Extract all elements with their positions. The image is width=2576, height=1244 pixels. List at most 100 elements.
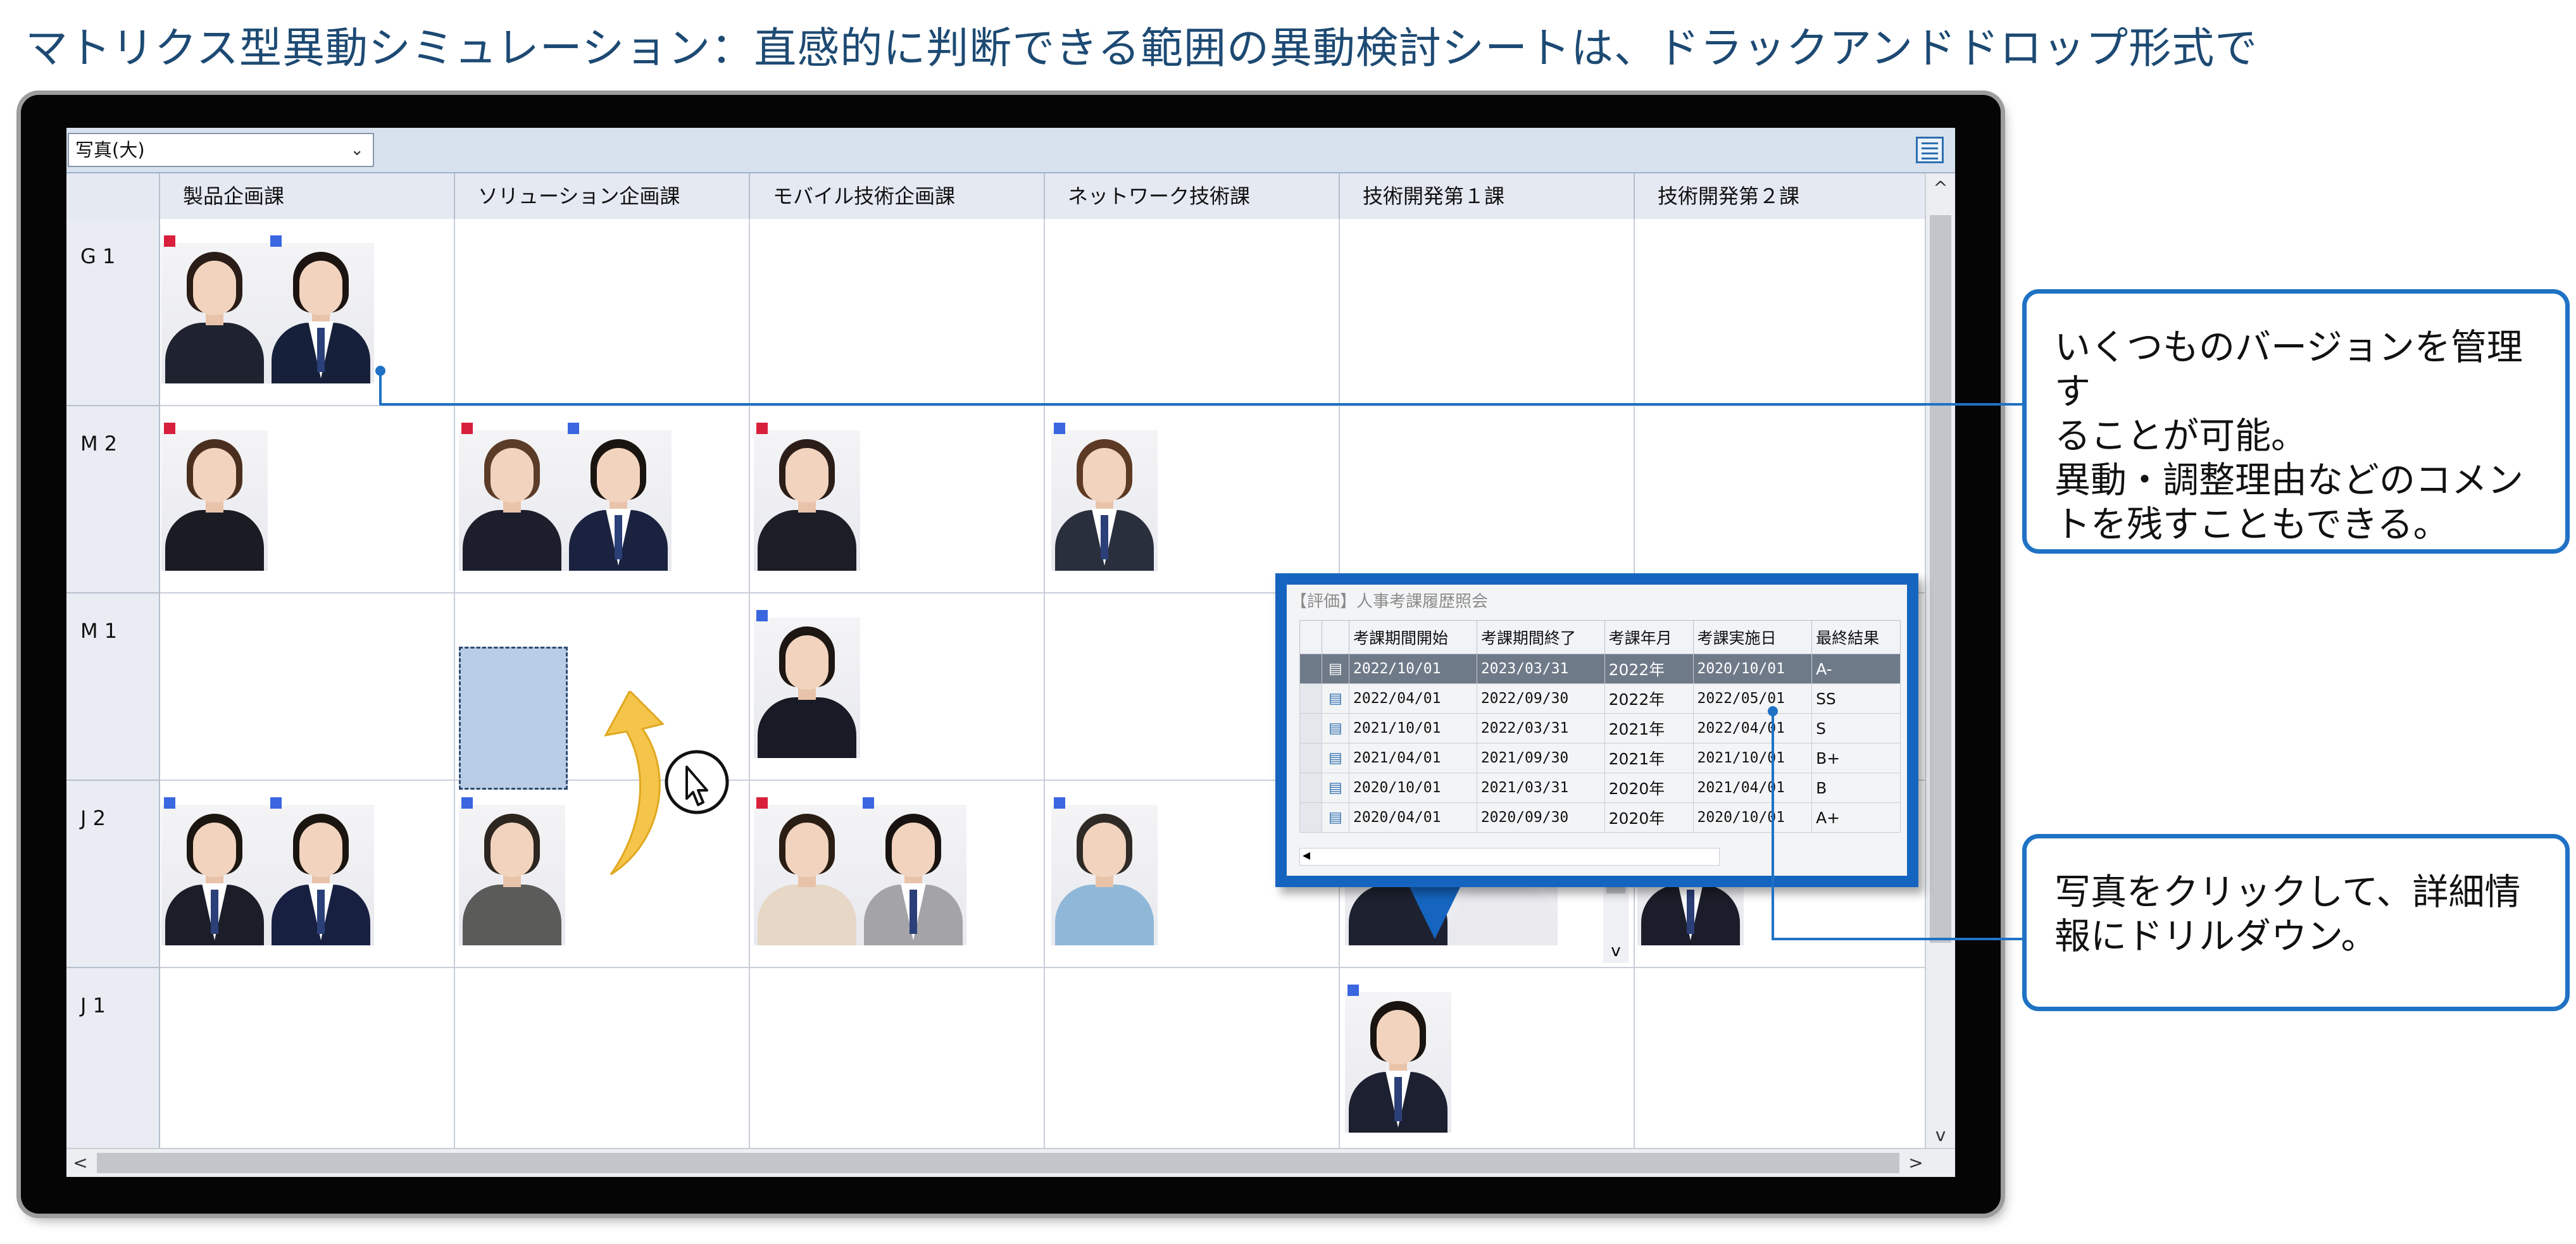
table-header[interactable]: 考課期間終了 [1476,620,1605,654]
grid-icon[interactable] [1916,137,1944,163]
table-row[interactable]: ▤ 2022/10/01 2023/03/31 2022年 2020/10/01 A- [1299,654,1901,684]
document-icon[interactable]: ▤ [1322,802,1349,833]
table-cell: 2021/03/31 [1476,773,1605,803]
employee-photo[interactable] [1051,430,1158,571]
status-marker [164,423,175,434]
employee-photo[interactable] [161,430,268,571]
employee-photo[interactable] [268,805,374,945]
row-header[interactable]: J 1 [66,968,160,1149]
vertical-scrollbar[interactable]: ^ v [1925,173,1955,1149]
table-row[interactable]: ▤ 2020/10/01 2021/03/31 2020年 2021/04/01 B [1299,773,1901,803]
document-icon[interactable]: ▤ [1322,683,1349,714]
table-header[interactable]: 考課年月 [1604,620,1694,654]
table-cell: A- [1811,654,1901,684]
employee-photo[interactable] [565,430,672,571]
column-header[interactable]: モバイル技術企画課 [750,173,1045,219]
table-cell: SS [1811,683,1901,714]
grid-cell[interactable] [1340,406,1635,594]
drag-arrow-icon [604,691,729,876]
evaluation-history-popup[interactable]: 【評価】人事考課履歴照会 考課期間開始 考課期間終了 考課年月 考課実施日 最終… [1275,573,1918,887]
scrollbar-thumb[interactable] [1930,215,1951,943]
table-cell: 2021/09/30 [1476,743,1605,773]
status-marker [863,797,874,809]
scrollbar-thumb[interactable] [97,1153,1899,1173]
row-header[interactable]: M 2 [66,406,160,594]
table-header[interactable]: 考課実施日 [1692,620,1813,654]
horizontal-scrollbar[interactable]: < > [66,1148,1955,1177]
drop-target-placeholder[interactable] [459,647,568,790]
table-row[interactable]: ▤ 2021/04/01 2021/09/30 2021年 2021/10/01 B+ [1299,743,1901,773]
table-header[interactable]: 最終結果 [1811,620,1901,654]
document-icon[interactable]: ▤ [1322,713,1349,743]
popup-hscrollbar[interactable]: ◂ [1299,846,1720,866]
toolbar: 写真(大) ⌄ [66,128,1955,173]
grid-cell[interactable] [1635,219,1926,406]
employee-photo[interactable] [161,805,268,945]
scroll-right-icon[interactable]: > [1902,1149,1930,1177]
connector-line [1772,711,1774,940]
grid-cell[interactable] [750,219,1045,406]
grid-cell[interactable] [455,968,750,1149]
grid-cell[interactable] [1635,968,1926,1149]
document-icon[interactable]: ▤ [1322,773,1349,803]
employee-photo[interactable] [268,243,374,383]
row-header[interactable]: J 2 [66,781,160,968]
grid-cell[interactable] [1635,406,1926,594]
scroll-down-icon[interactable]: v [1926,1124,1955,1145]
table-cell: 2022/04/01 [1692,713,1813,743]
table-cell: 2022/04/01 [1349,683,1477,714]
employee-photo[interactable] [860,805,966,945]
grid-cell[interactable] [1045,968,1340,1149]
employee-photo[interactable] [1345,992,1451,1133]
employee-photo[interactable] [754,430,860,571]
version-management-callout: いくつものバージョンを管理す ることが可能。 異動・調整理由などのコメン トを残… [2022,289,2570,554]
employee-photo[interactable] [1051,805,1158,945]
status-marker [568,423,579,434]
employee-photo[interactable] [459,430,565,571]
table-cell: A+ [1811,802,1901,833]
document-icon[interactable]: ▤ [1322,654,1349,684]
row-header[interactable]: M 1 [66,594,160,781]
grid-cell[interactable] [1340,219,1635,406]
column-header[interactable]: ソリューション企画課 [455,173,750,219]
grid-cell[interactable] [455,219,750,406]
grid-cell[interactable] [160,594,455,781]
employee-photo[interactable] [459,805,565,945]
table-cell: 2021/04/01 [1349,743,1477,773]
scroll-left-icon[interactable]: < [66,1149,94,1177]
page-title: マトリクス型異動シミュレーション：直感的に判断できる範囲の異動検討シートは、ドラ… [25,23,2258,73]
view-select[interactable]: 写真(大) ⌄ [68,133,374,167]
employee-photo[interactable] [161,243,268,383]
column-header[interactable]: ネットワーク技術課 [1045,173,1340,219]
row-header[interactable]: G 1 [66,219,160,406]
column-header[interactable]: 技術開発第１課 [1340,173,1635,219]
scroll-down-icon[interactable]: v [1603,942,1629,961]
table-cell: 2020年 [1604,773,1694,803]
grid-cell[interactable] [160,968,455,1149]
status-marker [461,797,473,809]
table-row[interactable]: ▤ 2021/10/01 2022/03/31 2021年 2022/04/01 S [1299,713,1901,743]
table-row[interactable]: ▤ 2022/04/01 2022/09/30 2022年 2022/05/01 SS [1299,683,1901,714]
document-icon[interactable]: ▤ [1322,743,1349,773]
table-cell: 2021/04/01 [1692,773,1813,803]
table-row[interactable]: ▤ 2020/04/01 2020/09/30 2020年 2020/10/01 A+ [1299,802,1901,833]
status-marker [164,235,175,247]
employee-photo[interactable] [754,805,860,945]
corner-header [66,173,160,219]
column-header[interactable]: 技術開発第２課 [1635,173,1926,219]
scroll-left-icon[interactable]: ◂ [1303,846,1310,864]
scroll-up-icon[interactable]: ^ [1926,177,1955,198]
grid-cell[interactable] [750,968,1045,1149]
table-cell: 2022/09/30 [1476,683,1605,714]
table-cell: B+ [1811,743,1901,773]
employee-photo[interactable] [754,618,860,758]
status-marker [164,797,175,809]
table-cell: 2020/10/01 [1692,654,1813,684]
table-cell: 2022/05/01 [1692,683,1813,714]
status-marker [1054,423,1065,434]
grid-cell[interactable] [1045,219,1340,406]
column-header[interactable]: 製品企画課 [160,173,455,219]
table-cell: S [1811,713,1901,743]
column-header-row: 製品企画課 ソリューション企画課 モバイル技術企画課 ネットワーク技術課 技術開… [66,173,1926,220]
table-header[interactable]: 考課期間開始 [1349,620,1477,654]
